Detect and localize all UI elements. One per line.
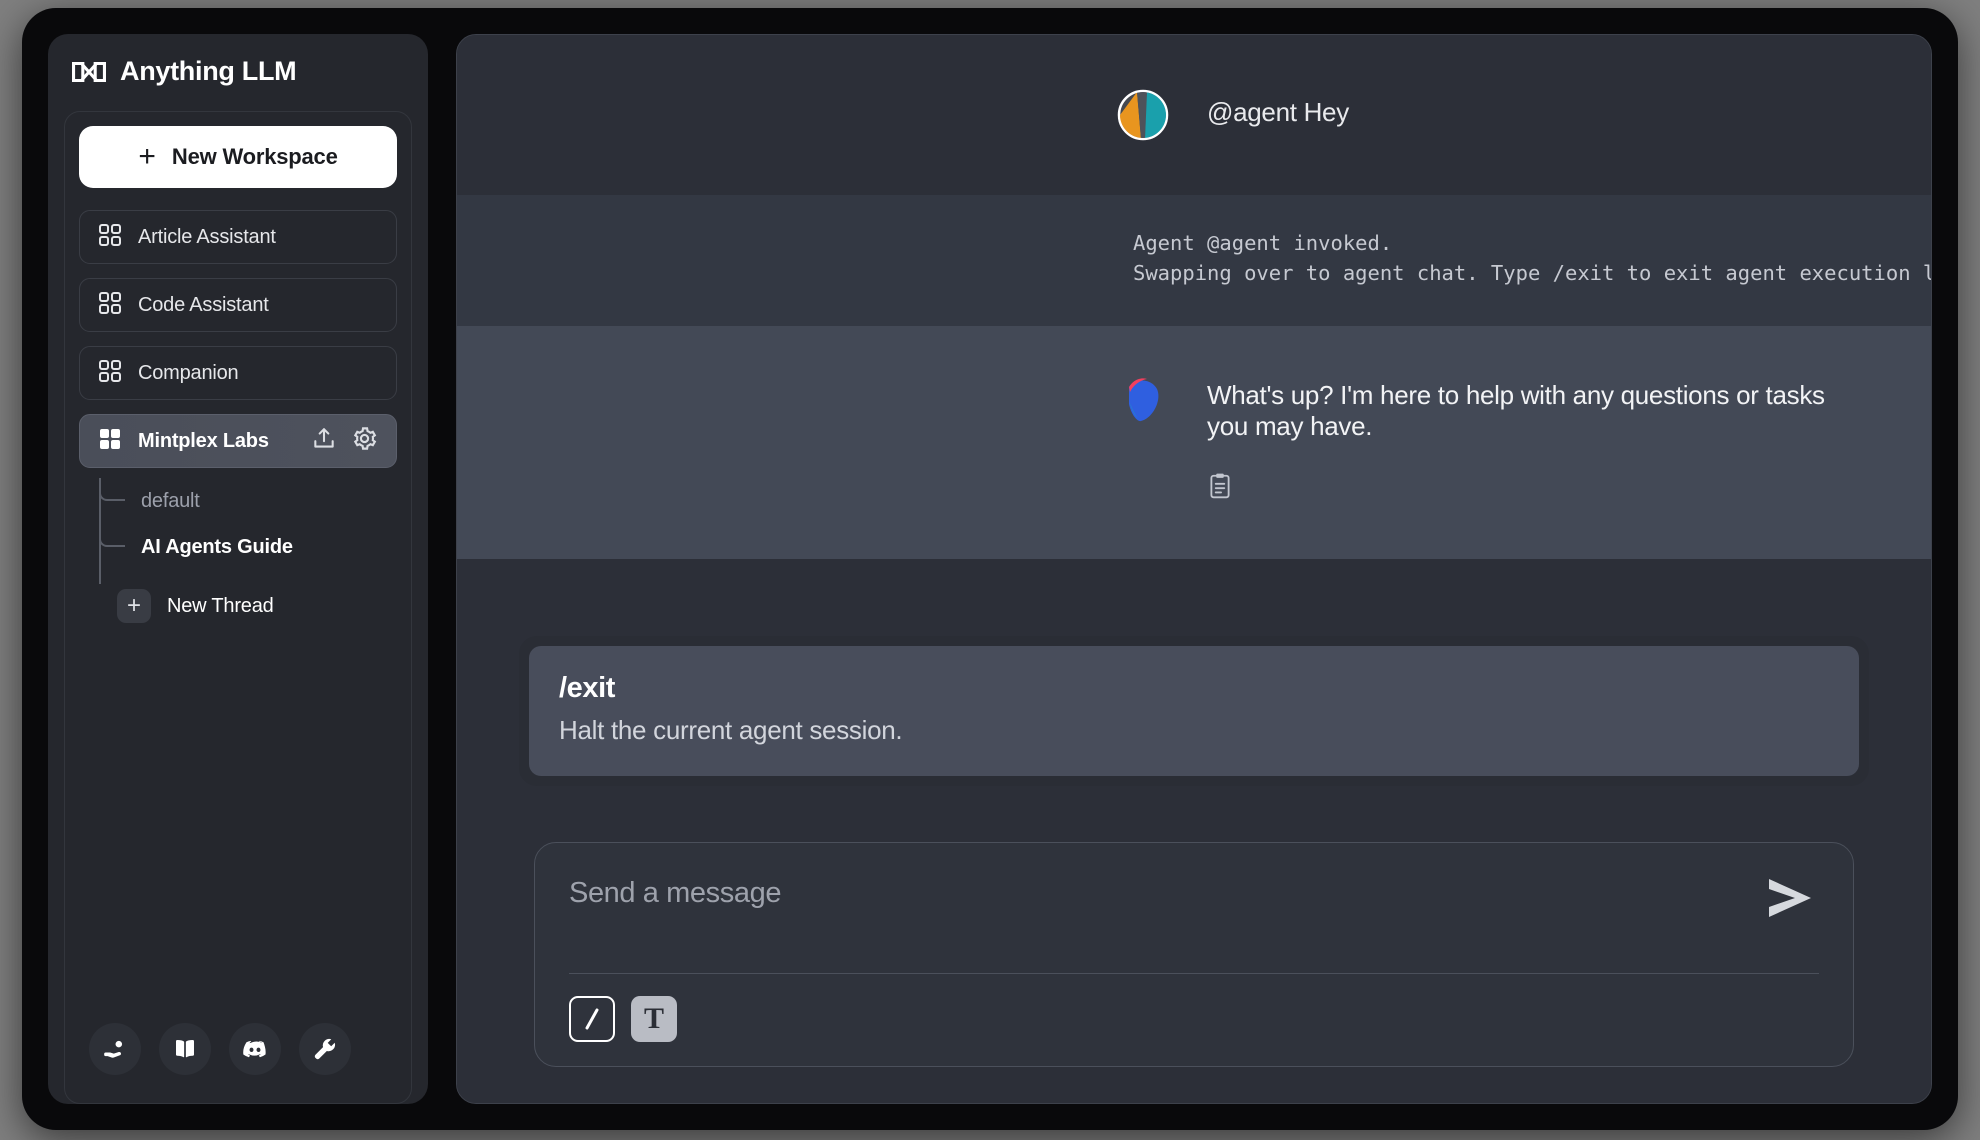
app-window: Anything LLM + New Workspace Article Ass… xyxy=(22,8,1958,1130)
workspace-actions xyxy=(311,425,378,457)
gear-icon[interactable] xyxy=(351,425,378,457)
workspace-label: Companion xyxy=(138,361,239,384)
thread-item-ai-agents-guide[interactable]: AI Agents Guide xyxy=(97,524,397,570)
chat-panel: @agent Hey Agent @agent invoked. Swappin… xyxy=(456,34,1932,1104)
book-open-icon[interactable] xyxy=(159,1023,211,1075)
sidebar-panel: + New Workspace Article Assistant Code A… xyxy=(64,111,412,1104)
new-thread-button[interactable]: + New Thread xyxy=(97,584,397,628)
anythingllm-logo-icon xyxy=(72,60,106,84)
message-composer: Send a message T xyxy=(534,842,1854,1067)
system-text-line-2: Swapping over to agent chat. Type /exit … xyxy=(1133,260,1931,285)
sidebar-item-companion[interactable]: Companion xyxy=(79,346,397,400)
chat-message-user: @agent Hey xyxy=(457,35,1931,195)
workspace-list: Article Assistant Code Assistant Compani… xyxy=(79,210,397,468)
slash-command-popup: /exit Halt the current agent session. xyxy=(519,636,1869,786)
tree-elbow xyxy=(99,478,125,501)
wrench-icon[interactable] xyxy=(299,1023,351,1075)
user-avatar-icon xyxy=(1117,89,1169,141)
anythingllm-avatar-icon xyxy=(1117,374,1169,426)
workspace-label: Article Assistant xyxy=(138,225,276,248)
sidebar: Anything LLM + New Workspace Article Ass… xyxy=(48,34,428,1104)
plus-icon: + xyxy=(117,589,151,623)
brand-name: Anything LLM xyxy=(120,56,297,86)
new-workspace-button[interactable]: + New Workspace xyxy=(79,126,397,188)
slash-command-button[interactable] xyxy=(569,996,615,1042)
chat-scroll-spacer xyxy=(457,559,1931,636)
composer-divider xyxy=(569,973,1819,974)
squares-four-icon xyxy=(98,291,122,320)
new-workspace-label: New Workspace xyxy=(171,144,338,169)
message-text: @agent Hey xyxy=(1207,97,1349,127)
new-thread-label: New Thread xyxy=(167,594,274,617)
squares-four-icon xyxy=(98,223,122,252)
message-actions xyxy=(1207,472,1871,505)
slash-command-option-exit[interactable]: /exit Halt the current agent session. xyxy=(529,646,1859,776)
composer-tools: T xyxy=(569,996,1819,1042)
copy-icon[interactable] xyxy=(1207,472,1233,505)
squares-four-filled-icon xyxy=(98,427,122,456)
sidebar-item-code-assistant[interactable]: Code Assistant xyxy=(79,278,397,332)
slash-command-description: Halt the current agent session. xyxy=(559,715,903,745)
brand: Anything LLM xyxy=(48,34,428,97)
system-text-line-1: Agent @agent invoked. xyxy=(1133,231,1393,255)
tree-elbow xyxy=(99,524,125,547)
chat-message-assistant: What's up? I'm here to help with any que… xyxy=(457,326,1931,560)
plus-icon: + xyxy=(138,140,156,173)
sidebar-item-mintplex-labs[interactable]: Mintplex Labs xyxy=(79,414,397,468)
squares-four-icon xyxy=(98,359,122,388)
text-format-button[interactable]: T xyxy=(631,996,677,1042)
upload-icon[interactable] xyxy=(311,426,337,457)
chat-message-system: Agent @agent invoked. Swapping over to a… xyxy=(457,195,1931,327)
thread-label: default xyxy=(141,489,200,512)
sidebar-footer xyxy=(79,1023,397,1089)
thread-item-default[interactable]: default xyxy=(97,478,397,524)
discord-icon[interactable] xyxy=(229,1023,281,1075)
slash-command-name: /exit xyxy=(559,672,616,704)
message-input[interactable]: Send a message xyxy=(569,873,1761,969)
thread-list: default AI Agents Guide + New Thread xyxy=(79,478,397,628)
sidebar-item-article-assistant[interactable]: Article Assistant xyxy=(79,210,397,264)
send-icon[interactable] xyxy=(1761,873,1819,928)
hand-coin-icon[interactable] xyxy=(89,1023,141,1075)
thread-label: AI Agents Guide xyxy=(141,535,293,558)
composer-area: /exit Halt the current agent session. Se… xyxy=(457,636,1931,1103)
message-text: What's up? I'm here to help with any que… xyxy=(1207,380,1825,442)
workspace-label: Mintplex Labs xyxy=(138,429,269,452)
workspace-label: Code Assistant xyxy=(138,293,269,316)
